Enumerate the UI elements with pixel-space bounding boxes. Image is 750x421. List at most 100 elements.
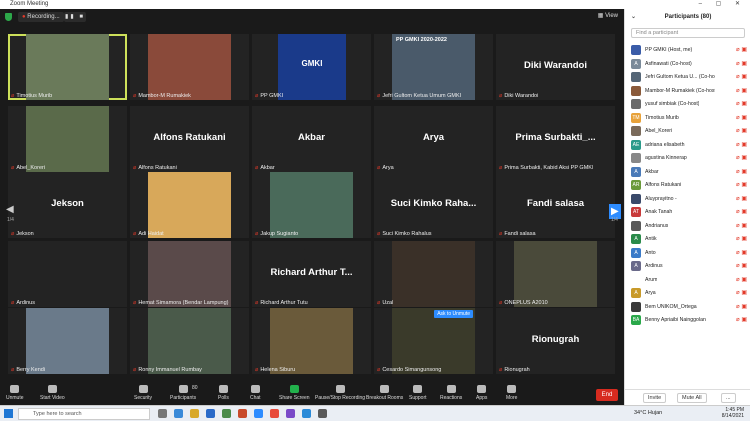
apps-icon	[477, 385, 487, 393]
weather-widget[interactable]: 34°C Hujan	[634, 410, 662, 416]
support-button[interactable]: Support	[409, 385, 427, 401]
invite-button[interactable]: Invite	[643, 393, 667, 403]
participant-row[interactable]: Mambor-M Rumakiek (Co-host) ⌀ ▣	[631, 85, 749, 99]
participant-tile[interactable]: ⌀ Mambor-M Rumakiek	[130, 34, 249, 100]
system-clock[interactable]: 1:45 PM 8/14/2021	[722, 407, 744, 419]
participant-row[interactable]: agustina Kinnerap ⌀ ▣	[631, 152, 749, 166]
participant-row[interactable]: Andrianus ⌀ ▣	[631, 220, 749, 234]
participant-row[interactable]: PP GMKI (Host, me) ⌀ ▣	[631, 44, 749, 58]
word-icon[interactable]	[206, 409, 215, 418]
polls-button[interactable]: Polls	[218, 385, 229, 401]
outlook-icon[interactable]	[302, 409, 311, 418]
mute-all-button[interactable]: Mute All	[677, 393, 707, 403]
breakout-rooms-button[interactable]: Breakout Rooms	[366, 385, 403, 401]
zoom-app-icon[interactable]	[254, 409, 263, 418]
panel-footer: Invite Mute All ...	[625, 389, 750, 405]
participant-row[interactable]: A Anto ⌀ ▣	[631, 247, 749, 261]
participant-row[interactable]: AE adriana elisabeth ⌀ ▣	[631, 139, 749, 153]
participant-row[interactable]: A Arya ⌀ ▣	[631, 287, 749, 301]
participant-row[interactable]: A Ardinus ⌀ ▣	[631, 260, 749, 274]
participant-tile[interactable]: ⌀ Jakup Sugianto	[252, 172, 371, 238]
participant-row[interactable]: A Asfinawati (Co-host) ⌀ ▣	[631, 58, 749, 72]
participant-row-name: Mambor-M Rumakiek (Co-host)	[645, 87, 715, 94]
muted-mic-icon: ⌀	[11, 231, 15, 237]
muted-mic-icon: ⌀	[499, 93, 503, 99]
pause-stop-recording-button[interactable]: ▮▮ ■	[64, 12, 86, 22]
reactions-button[interactable]: Reactions	[440, 385, 462, 401]
participant-row[interactable]: AT Anak Tanah ⌀ ▣	[631, 206, 749, 220]
view-button[interactable]: ▦ View	[598, 12, 618, 19]
participant-row[interactable]: TM Timotius Murib ⌀ ▣	[631, 112, 749, 126]
participant-row[interactable]: Jefri Gultom Ketua U... (Co-host) ⌀ ▣	[631, 71, 749, 85]
muted-mic-icon: ⌀	[377, 367, 381, 373]
excel-icon[interactable]	[222, 409, 231, 418]
chrome-icon[interactable]	[270, 409, 279, 418]
ask-to-unmute-button[interactable]: Ask to Unmute	[434, 310, 473, 318]
windows-start-icon[interactable]	[4, 409, 13, 418]
muted-mic-video-icon: ⌀ ▣	[736, 195, 747, 202]
settings-icon[interactable]	[318, 409, 327, 418]
participant-tile[interactable]: Jekson ⌀ Jekson	[8, 172, 127, 238]
participant-search-input[interactable]: Find a participant	[631, 28, 745, 38]
chat-button[interactable]: Chat	[250, 385, 261, 401]
participant-row[interactable]: A Akbar ⌀ ▣	[631, 166, 749, 180]
security-button[interactable]: Security	[134, 385, 152, 401]
participants-button[interactable]: Participants 80	[170, 385, 198, 401]
apps-button[interactable]: Apps	[476, 385, 487, 401]
powerpoint-icon[interactable]	[238, 409, 247, 418]
participant-tile[interactable]: Suci Kimko Raha... ⌀ Suci Kimko Rahalus	[374, 172, 493, 238]
more-options-button[interactable]: ...	[721, 393, 736, 403]
participant-row[interactable]: Arum ⌀ ▣	[631, 274, 749, 288]
participant-tile[interactable]: Richard Arthur T... ⌀ Richard Arthur Tutu	[252, 241, 371, 307]
participant-tile[interactable]: ⌀ Helena Siburu	[252, 308, 371, 374]
participant-row[interactable]: A Antik ⌀ ▣	[631, 233, 749, 247]
participant-tile[interactable]: Fandi salasa ⌀ Fandi salasa	[496, 172, 615, 238]
toolbar-label: Unmute	[6, 395, 24, 401]
participant-tile[interactable]: Rionugrah ⌀ Rionugrah	[496, 308, 615, 374]
participant-tile[interactable]: ⌀ Hemat Simamora (Bendar Lampung)	[130, 241, 249, 307]
participant-tile[interactable]: Ask to Unmute ⌀ Cesardo Simangunsong	[374, 308, 493, 374]
participant-tile[interactable]: PP GMKI 2020-2022 ⌀ Jefri Gultom Ketua Umu…	[374, 34, 493, 100]
participant-tile[interactable]: ⌀ Abel_Koreri	[8, 106, 127, 172]
window-controls[interactable]: – ▢ ✕	[699, 0, 746, 9]
participant-row[interactable]: Abel_Koreri ⌀ ▣	[631, 125, 749, 139]
task-view-icon[interactable]	[158, 409, 167, 418]
unmute-button[interactable]: Unmute	[6, 385, 24, 401]
participant-name-label: ⌀ Uzal	[377, 300, 393, 306]
participant-tile[interactable]: ⌀ Ardinus	[8, 241, 127, 307]
participant-row[interactable]: AR Alfons Ratukani ⌀ ▣	[631, 179, 749, 193]
muted-mic-icon: ⌀	[133, 300, 137, 306]
participant-row[interactable]: Aluyprayitno - ⌀ ▣	[631, 193, 749, 207]
participant-tile[interactable]: Arya ⌀ Arya	[374, 106, 493, 172]
start-video-button[interactable]: Start Video	[40, 385, 65, 401]
participant-tile[interactable]: ⌀ Berry Kendi	[8, 308, 127, 374]
pause-stop-recording-button[interactable]: Pause/Stop Recording	[315, 385, 365, 401]
chevron-down-icon[interactable]: ⌄	[631, 9, 636, 25]
participant-tile[interactable]: GMKI ⌀ PP GMKI	[252, 34, 371, 100]
onenote-icon[interactable]	[286, 409, 295, 418]
participant-tile[interactable]: ⌀ Uzal	[374, 241, 493, 307]
participant-row[interactable]: BA Benny Apriaibi Nainggolan ⌀ ▣	[631, 314, 749, 328]
participant-tile[interactable]: ⌀ Timotius Murib	[8, 34, 127, 100]
prev-page-arrow-icon[interactable]: ◀	[6, 204, 14, 215]
security-shield-icon[interactable]	[5, 13, 12, 21]
toolbar-label: Reactions	[440, 395, 463, 401]
more-button[interactable]: More	[506, 385, 517, 401]
participant-tile[interactable]: ⌀ Ronny Immanuel Rumbay	[130, 308, 249, 374]
file-explorer-icon[interactable]	[190, 409, 199, 418]
participant-tile[interactable]: Alfons Ratukani ⌀ Alfons Ratukani	[130, 106, 249, 172]
taskbar-search-input[interactable]: Type here to search	[18, 408, 150, 420]
share-screen-button[interactable]: Share Screen	[279, 385, 310, 401]
participants-panel: ⌄ Participants (80) Find a participant P…	[624, 9, 750, 405]
participant-tile[interactable]: Prima Surbakti_... ⌀ Prima Surbakti, Kabid…	[496, 106, 615, 172]
edge-icon[interactable]	[174, 409, 183, 418]
avatar: BA	[631, 315, 641, 325]
participant-tile[interactable]: ⌀ ONEPLUS A2010	[496, 241, 615, 307]
end-meeting-button[interactable]: End	[596, 389, 618, 401]
participant-tile[interactable]: Diki Warandoi ⌀ Diki Warandoi	[496, 34, 615, 100]
participant-tile[interactable]: Akbar ⌀ Akbar	[252, 106, 371, 172]
participant-name-label: ⌀ Timotius Murib	[11, 93, 52, 99]
participant-row[interactable]: Bem UNIKOM_Ortega ⌀ ▣	[631, 301, 749, 315]
participant-row[interactable]: yusuf simbiak (Co-host) ⌀ ▣	[631, 98, 749, 112]
participant-tile[interactable]: ⌀ Adi Haidat	[130, 172, 249, 238]
